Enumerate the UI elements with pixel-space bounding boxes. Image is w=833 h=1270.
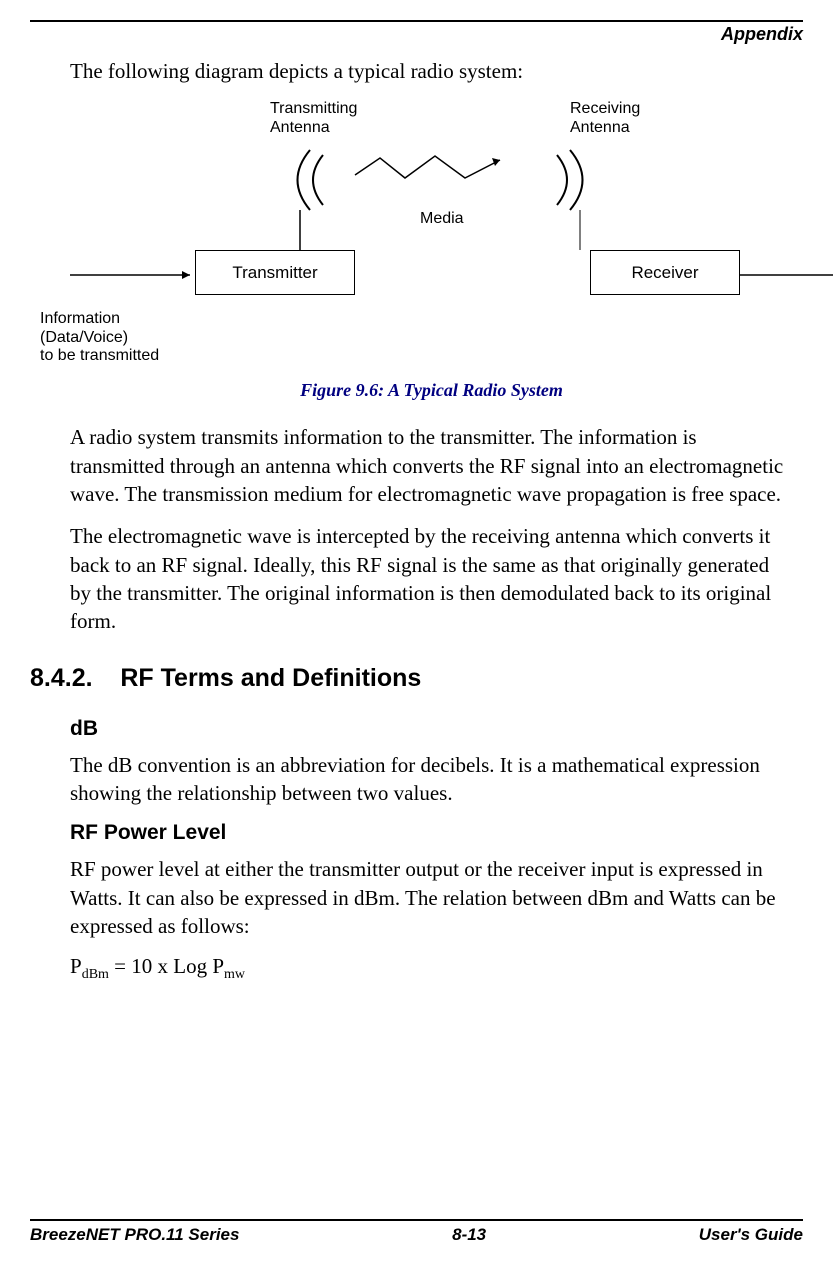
connector-lines-icon: [70, 100, 833, 360]
page-footer: BreezeNET PRO.11 Series 8-13 User's Guid…: [30, 1219, 803, 1245]
formula-sub1: dBm: [82, 968, 109, 983]
section-heading: 8.4.2. RF Terms and Definitions: [30, 664, 793, 693]
formula-sub2: mw: [224, 968, 245, 983]
db-heading: dB: [70, 717, 793, 741]
page-content: The following diagram depicts a typical …: [30, 57, 803, 984]
footer-left: BreezeNET PRO.11 Series: [30, 1225, 239, 1245]
footer-row: BreezeNET PRO.11 Series 8-13 User's Guid…: [30, 1225, 803, 1245]
radio-system-diagram: Transmitting Antenna Receiving Antenna M…: [70, 100, 793, 370]
footer-rule: [30, 1219, 803, 1221]
section-number: 8.4.2.: [30, 664, 93, 692]
paragraph-1: A radio system transmits information to …: [70, 423, 793, 508]
formula-eq: = 10 x Log P: [109, 954, 224, 978]
header-appendix: Appendix: [30, 24, 803, 45]
footer-center: 8-13: [452, 1225, 486, 1245]
intro-paragraph: The following diagram depicts a typical …: [70, 57, 793, 85]
info-l1: Information: [40, 310, 120, 327]
formula-p1: P: [70, 954, 82, 978]
footer-right: User's Guide: [699, 1225, 803, 1245]
paragraph-2: The electromagnetic wave is intercepted …: [70, 522, 793, 635]
section-title: RF Terms and Definitions: [120, 664, 421, 692]
rfpower-text: RF power level at either the transmitter…: [70, 855, 793, 940]
info-l2: (Data/Voice): [40, 329, 128, 346]
info-l3: to be transmitted: [40, 347, 159, 364]
header-rule: [30, 20, 803, 22]
rfpower-heading: RF Power Level: [70, 821, 793, 845]
db-text: The dB convention is an abbreviation for…: [70, 751, 793, 808]
formula: PdBm = 10 x Log Pmw: [70, 954, 793, 983]
information-label: Information (Data/Voice) to be transmitt…: [40, 310, 159, 365]
figure-caption: Figure 9.6: A Typical Radio System: [70, 380, 793, 401]
